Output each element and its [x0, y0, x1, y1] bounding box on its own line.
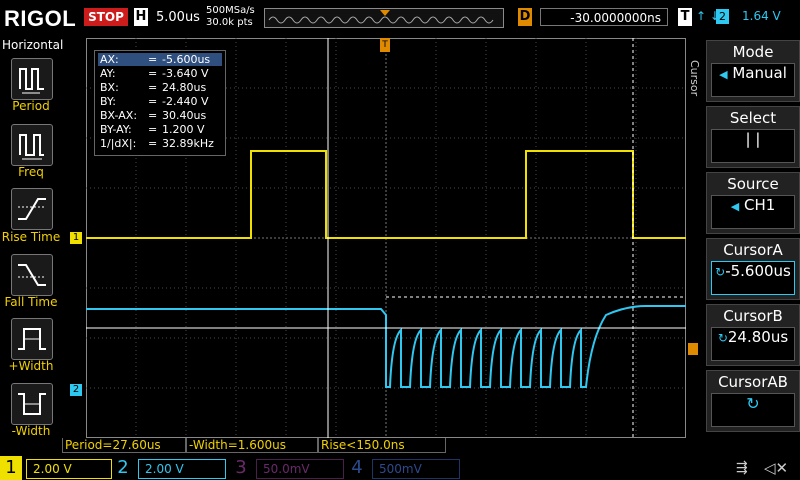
cursor-b-softkey[interactable]: CursorB ↻24.80us	[706, 304, 800, 366]
rise-time-button[interactable]	[11, 188, 53, 230]
fall-time-icon	[18, 264, 46, 286]
rise-time-icon	[18, 198, 46, 220]
period-button[interactable]	[11, 58, 53, 100]
neg-width-button[interactable]	[11, 383, 53, 425]
source-softkey[interactable]: Source ◀ CH1	[706, 172, 800, 234]
source-title: Source	[727, 175, 779, 193]
cursor-ab-value: ↻	[711, 393, 795, 427]
pos-width-icon	[18, 328, 46, 350]
ch2-waveform	[86, 305, 686, 388]
source-value: ◀ CH1	[711, 195, 795, 229]
select-softkey[interactable]: Select | |	[706, 106, 800, 168]
memory-wave-strip	[268, 10, 494, 24]
measurement-period[interactable]: Period=27.60us	[62, 438, 186, 453]
pos-width-label: +Width	[8, 359, 54, 373]
rotate-knob-icon: ↻	[715, 265, 726, 279]
cursor-readout-row: BY: = -2.440 V	[100, 95, 209, 108]
left-menu-title: Horizontal	[2, 38, 64, 52]
cursor-b-value: ↻24.80us	[711, 327, 795, 361]
measurement-neg-width[interactable]: -Width=1.600us	[186, 438, 318, 453]
trigger-position-icon	[380, 10, 390, 16]
left-arrow-icon: ◀	[719, 68, 728, 81]
ch2-scale[interactable]: 2.00 V	[138, 459, 226, 479]
timebase-key: H	[134, 8, 148, 26]
channel-bar: 1 2.00 V 2 2.00 V 3 50.0mV 4 500mV ⇶ ◁✕	[0, 456, 800, 480]
cursor-readout-row: BX: = 24.80us	[100, 81, 207, 94]
trigger-level[interactable]: 1.64 V	[742, 9, 781, 23]
neg-width-icon	[18, 393, 46, 415]
run-stop-indicator[interactable]: STOP	[84, 8, 128, 26]
timebase-value[interactable]: 5.00us	[156, 10, 200, 25]
mode-softkey[interactable]: Mode ◀ Manual	[706, 40, 800, 102]
measurement-rise[interactable]: Rise<150.0ns	[318, 438, 446, 453]
delay-value[interactable]: -30.0000000ns	[540, 8, 668, 26]
brand-logo: RIGOL	[4, 6, 77, 31]
cursor-readout-row: BY-AY: = 1.200 V	[100, 123, 205, 136]
cursor-a-value: ↻-5.600us	[711, 261, 795, 295]
trigger-source: 2	[716, 9, 729, 24]
memory-overview	[264, 8, 504, 28]
ch2-button[interactable]: 2	[112, 456, 134, 480]
status-bar: RIGOL STOP H 5.00us 500MSa/s 30.0k pts D…	[0, 0, 800, 36]
sample-info: 500MSa/s 30.0k pts	[206, 5, 255, 29]
ch4-scale[interactable]: 500mV	[372, 459, 460, 479]
mode-value: ◀ Manual	[711, 63, 795, 97]
ch3-button[interactable]: 3	[230, 456, 252, 480]
fall-time-button[interactable]	[11, 254, 53, 296]
cursor-readout-row: 1/|dX|: = 32.89kHz	[100, 137, 214, 150]
cursor-menu: Mode ◀ Manual Select | | Source ◀ CH1 Cu…	[702, 36, 800, 456]
ch1-button[interactable]: 1	[0, 456, 22, 480]
rotate-knob-icon: ↻	[746, 394, 760, 413]
measurement-bar: Period=27.60us -Width=1.600us Rise<150.0…	[62, 438, 682, 454]
memory-depth: 30.0k pts	[206, 17, 253, 28]
freq-label: Freq	[18, 165, 44, 179]
cursor-a-softkey[interactable]: CursorA ↻-5.600us	[706, 238, 800, 300]
cursor-readout-row: AX: = -5.600us	[98, 53, 222, 66]
freq-icon	[19, 134, 44, 160]
mode-title: Mode	[732, 43, 774, 61]
sample-rate: 500MSa/s	[206, 5, 255, 16]
delay-key: D	[518, 8, 532, 26]
rise-time-label: Rise Time	[1, 230, 61, 244]
trigger-level-marker[interactable]	[688, 343, 698, 355]
cursor-readout-row: AY: = -3.640 V	[100, 67, 209, 80]
ch2-offset-marker[interactable]: 2	[70, 384, 82, 396]
speaker-icon[interactable]: ◁✕	[764, 459, 788, 477]
fall-time-label: Fall Time	[4, 295, 58, 309]
cursor-a-title: CursorA	[723, 241, 783, 259]
select-value: | |	[711, 129, 795, 163]
ch3-scale[interactable]: 50.0mV	[256, 459, 344, 479]
trigger-key: T	[678, 8, 692, 26]
freq-button[interactable]	[11, 124, 53, 166]
menu-side-label: Cursor	[688, 60, 701, 97]
period-label: Period	[12, 99, 50, 113]
rotate-knob-icon: ↻	[717, 331, 728, 345]
trigger-time-marker[interactable]: T	[380, 38, 390, 52]
cursor-b-title: CursorB	[723, 307, 783, 325]
neg-width-label: -Width	[11, 424, 51, 438]
cursor-ab-softkey[interactable]: CursorAB ↻	[706, 370, 800, 432]
cursor-readout-panel: AX: = -5.600us AY: = -3.640 V BX: = 24.80us BY…	[94, 50, 226, 156]
ch4-button[interactable]: 4	[346, 456, 368, 480]
pos-width-button[interactable]	[11, 318, 53, 360]
ch1-scale[interactable]: 2.00 V	[26, 459, 112, 479]
select-title: Select	[729, 109, 777, 127]
ch1-offset-marker[interactable]: 1	[70, 232, 82, 244]
cursor-ab-title: CursorAB	[718, 373, 788, 391]
cursor-readout-row: BX-AX: = 30.40us	[100, 109, 207, 122]
left-arrow-icon: ◀	[730, 200, 740, 213]
period-icon	[19, 68, 44, 94]
usb-icon: ⇶	[736, 460, 748, 476]
